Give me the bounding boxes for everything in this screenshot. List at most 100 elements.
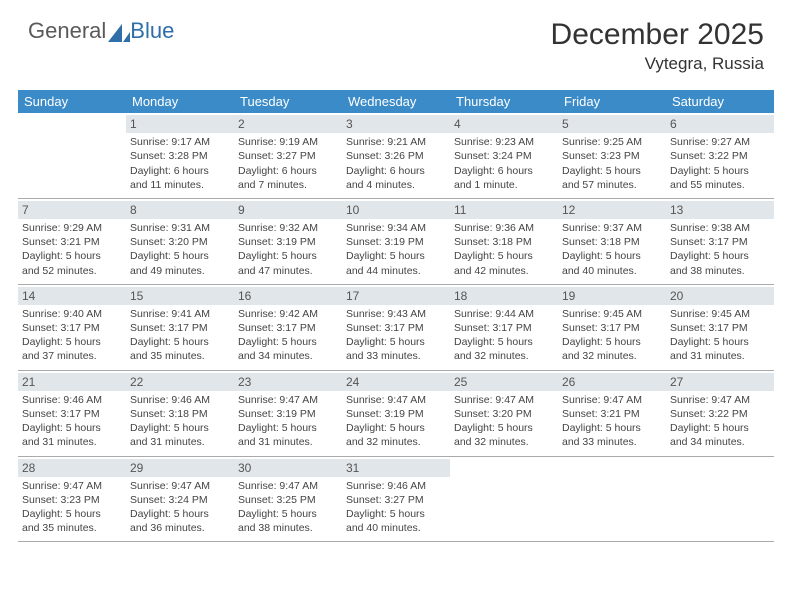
daylight-text-2: and 47 minutes. bbox=[238, 264, 338, 278]
daylight-text-1: Daylight: 6 hours bbox=[238, 164, 338, 178]
sunrise-text: Sunrise: 9:46 AM bbox=[130, 393, 230, 407]
sunset-text: Sunset: 3:18 PM bbox=[130, 407, 230, 421]
daylight-text-1: Daylight: 5 hours bbox=[238, 335, 338, 349]
daylight-text-2: and 4 minutes. bbox=[346, 178, 446, 192]
calendar-cell: 15Sunrise: 9:41 AMSunset: 3:17 PMDayligh… bbox=[126, 285, 234, 370]
calendar-week: 7Sunrise: 9:29 AMSunset: 3:21 PMDaylight… bbox=[18, 199, 774, 285]
day-number: 22 bbox=[126, 373, 234, 391]
daylight-text-1: Daylight: 5 hours bbox=[238, 507, 338, 521]
day-number: 31 bbox=[342, 459, 450, 477]
daylight-text-2: and 32 minutes. bbox=[454, 435, 554, 449]
sunset-text: Sunset: 3:27 PM bbox=[238, 149, 338, 163]
day-number: 6 bbox=[666, 115, 774, 133]
sunset-text: Sunset: 3:17 PM bbox=[670, 235, 770, 249]
daylight-text-1: Daylight: 5 hours bbox=[670, 249, 770, 263]
daylight-text-2: and 32 minutes. bbox=[562, 349, 662, 363]
sunset-text: Sunset: 3:17 PM bbox=[562, 321, 662, 335]
calendar-week: 21Sunrise: 9:46 AMSunset: 3:17 PMDayligh… bbox=[18, 371, 774, 457]
calendar-cell: 21Sunrise: 9:46 AMSunset: 3:17 PMDayligh… bbox=[18, 371, 126, 456]
day-number: 3 bbox=[342, 115, 450, 133]
daylight-text-1: Daylight: 6 hours bbox=[454, 164, 554, 178]
day-number: 20 bbox=[666, 287, 774, 305]
daylight-text-1: Daylight: 5 hours bbox=[130, 421, 230, 435]
sunset-text: Sunset: 3:17 PM bbox=[238, 321, 338, 335]
sunrise-text: Sunrise: 9:44 AM bbox=[454, 307, 554, 321]
daylight-text-1: Daylight: 5 hours bbox=[562, 421, 662, 435]
sunset-text: Sunset: 3:19 PM bbox=[346, 235, 446, 249]
sunset-text: Sunset: 3:17 PM bbox=[22, 407, 122, 421]
day-number: 27 bbox=[666, 373, 774, 391]
day-number: 2 bbox=[234, 115, 342, 133]
daylight-text-2: and 38 minutes. bbox=[670, 264, 770, 278]
sunset-text: Sunset: 3:17 PM bbox=[130, 321, 230, 335]
dayname-monday: Monday bbox=[126, 90, 234, 113]
calendar-cell: 17Sunrise: 9:43 AMSunset: 3:17 PMDayligh… bbox=[342, 285, 450, 370]
calendar-cell: 2 Sunrise: 9:19 AMSunset: 3:27 PMDaylight… bbox=[234, 113, 342, 198]
sunrise-text: Sunrise: 9:19 AM bbox=[238, 135, 338, 149]
title-block: December 2025 Vytegra, Russia bbox=[551, 18, 764, 74]
daylight-text-2: and 31 minutes. bbox=[130, 435, 230, 449]
daylight-text-2: and 33 minutes. bbox=[562, 435, 662, 449]
calendar-cell: 4Sunrise: 9:23 AMSunset: 3:24 PMDaylight… bbox=[450, 113, 558, 198]
daylight-text-2: and 11 minutes. bbox=[130, 178, 230, 192]
daylight-text-1: Daylight: 5 hours bbox=[454, 421, 554, 435]
daylight-text-1: Daylight: 5 hours bbox=[346, 249, 446, 263]
calendar-cell: 19Sunrise: 9:45 AMSunset: 3:17 PMDayligh… bbox=[558, 285, 666, 370]
calendar-cell bbox=[18, 113, 126, 198]
daylight-text-2: and 35 minutes. bbox=[130, 349, 230, 363]
day-number: 16 bbox=[234, 287, 342, 305]
dayname-friday: Friday bbox=[558, 90, 666, 113]
calendar-cell: 6Sunrise: 9:27 AMSunset: 3:22 PMDaylight… bbox=[666, 113, 774, 198]
day-number: 29 bbox=[126, 459, 234, 477]
sunset-text: Sunset: 3:26 PM bbox=[346, 149, 446, 163]
calendar-cell: 24Sunrise: 9:47 AMSunset: 3:19 PMDayligh… bbox=[342, 371, 450, 456]
dayname-row: Sunday Monday Tuesday Wednesday Thursday… bbox=[18, 90, 774, 113]
daylight-text-1: Daylight: 5 hours bbox=[130, 249, 230, 263]
day-number: 30 bbox=[234, 459, 342, 477]
sunset-text: Sunset: 3:28 PM bbox=[130, 149, 230, 163]
day-number: 4 bbox=[450, 115, 558, 133]
sunrise-text: Sunrise: 9:38 AM bbox=[670, 221, 770, 235]
sunrise-text: Sunrise: 9:34 AM bbox=[346, 221, 446, 235]
daylight-text-2: and 36 minutes. bbox=[130, 521, 230, 535]
day-number: 9 bbox=[234, 201, 342, 219]
day-number: 12 bbox=[558, 201, 666, 219]
sunrise-text: Sunrise: 9:47 AM bbox=[454, 393, 554, 407]
daylight-text-2: and 37 minutes. bbox=[22, 349, 122, 363]
daylight-text-1: Daylight: 5 hours bbox=[562, 249, 662, 263]
daylight-text-1: Daylight: 5 hours bbox=[22, 507, 122, 521]
sunset-text: Sunset: 3:21 PM bbox=[22, 235, 122, 249]
sunrise-text: Sunrise: 9:42 AM bbox=[238, 307, 338, 321]
daylight-text-2: and 42 minutes. bbox=[454, 264, 554, 278]
calendar-cell: 26Sunrise: 9:47 AMSunset: 3:21 PMDayligh… bbox=[558, 371, 666, 456]
sunrise-text: Sunrise: 9:47 AM bbox=[238, 479, 338, 493]
sunset-text: Sunset: 3:23 PM bbox=[22, 493, 122, 507]
day-number: 7 bbox=[18, 201, 126, 219]
calendar-cell: 30Sunrise: 9:47 AMSunset: 3:25 PMDayligh… bbox=[234, 457, 342, 542]
day-number: 15 bbox=[126, 287, 234, 305]
sunrise-text: Sunrise: 9:27 AM bbox=[670, 135, 770, 149]
sunrise-text: Sunrise: 9:32 AM bbox=[238, 221, 338, 235]
daylight-text-2: and 35 minutes. bbox=[22, 521, 122, 535]
day-number: 10 bbox=[342, 201, 450, 219]
sunset-text: Sunset: 3:18 PM bbox=[562, 235, 662, 249]
sunset-text: Sunset: 3:24 PM bbox=[130, 493, 230, 507]
sunrise-text: Sunrise: 9:47 AM bbox=[562, 393, 662, 407]
day-number: 14 bbox=[18, 287, 126, 305]
sunrise-text: Sunrise: 9:47 AM bbox=[130, 479, 230, 493]
sunrise-text: Sunrise: 9:25 AM bbox=[562, 135, 662, 149]
day-number: 13 bbox=[666, 201, 774, 219]
sunrise-text: Sunrise: 9:46 AM bbox=[22, 393, 122, 407]
dayname-wednesday: Wednesday bbox=[342, 90, 450, 113]
logo-text-blue: Blue bbox=[130, 18, 174, 44]
daylight-text-2: and 38 minutes. bbox=[238, 521, 338, 535]
daylight-text-1: Daylight: 5 hours bbox=[670, 335, 770, 349]
daylight-text-1: Daylight: 5 hours bbox=[346, 421, 446, 435]
dayname-sunday: Sunday bbox=[18, 90, 126, 113]
calendar-cell: 23Sunrise: 9:47 AMSunset: 3:19 PMDayligh… bbox=[234, 371, 342, 456]
sunset-text: Sunset: 3:19 PM bbox=[346, 407, 446, 421]
dayname-thursday: Thursday bbox=[450, 90, 558, 113]
calendar-cell: 27Sunrise: 9:47 AMSunset: 3:22 PMDayligh… bbox=[666, 371, 774, 456]
daylight-text-2: and 55 minutes. bbox=[670, 178, 770, 192]
day-number: 8 bbox=[126, 201, 234, 219]
